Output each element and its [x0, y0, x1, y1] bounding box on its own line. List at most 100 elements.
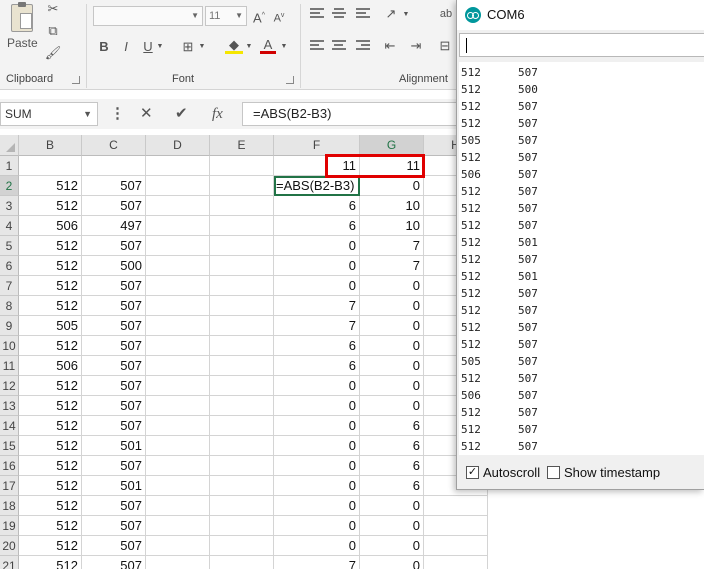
cell-g13[interactable]: 0 — [360, 396, 424, 416]
cell-c16[interactable]: 507 — [82, 456, 146, 476]
fill-color-dropdown-icon[interactable]: ▼ — [245, 38, 253, 56]
cell-e10[interactable] — [210, 336, 274, 356]
cell-d21[interactable] — [146, 556, 210, 569]
borders-icon[interactable]: ⊞ — [180, 38, 196, 56]
wrap-text-icon[interactable]: ab — [436, 5, 456, 23]
select-all-button[interactable] — [0, 135, 19, 156]
cell-e15[interactable] — [210, 436, 274, 456]
cell-g10[interactable]: 0 — [360, 336, 424, 356]
cell-g6[interactable]: 7 — [360, 256, 424, 276]
column-header-d[interactable]: D — [146, 135, 210, 156]
cell-b7[interactable]: 512 — [19, 276, 82, 296]
cell-f7[interactable]: 0 — [274, 276, 360, 296]
cell-d7[interactable] — [146, 276, 210, 296]
cell-c15[interactable]: 501 — [82, 436, 146, 456]
cell-f4[interactable]: 6 — [274, 216, 360, 236]
row-header[interactable]: 10 — [0, 336, 19, 356]
cell-e5[interactable] — [210, 236, 274, 256]
cancel-icon[interactable]: ✕ — [140, 105, 153, 123]
cell-e4[interactable] — [210, 216, 274, 236]
cell-b9[interactable]: 505 — [19, 316, 82, 336]
enter-icon[interactable]: ✔ — [175, 105, 188, 123]
cell-d19[interactable] — [146, 516, 210, 536]
cell-b6[interactable]: 512 — [19, 256, 82, 276]
font-name-select[interactable]: ▼ — [93, 6, 203, 26]
cell-d1[interactable] — [146, 156, 210, 176]
row-header[interactable]: 16 — [0, 456, 19, 476]
cell-d13[interactable] — [146, 396, 210, 416]
cell-g19[interactable]: 0 — [360, 516, 424, 536]
row-header[interactable]: 11 — [0, 356, 19, 376]
cell-b1[interactable] — [19, 156, 82, 176]
cell-e9[interactable] — [210, 316, 274, 336]
cell-c17[interactable]: 501 — [82, 476, 146, 496]
cell-g5[interactable]: 7 — [360, 236, 424, 256]
row-header[interactable]: 15 — [0, 436, 19, 456]
cell-d15[interactable] — [146, 436, 210, 456]
orientation-icon[interactable]: ↗ — [382, 5, 400, 23]
cell-g7[interactable]: 0 — [360, 276, 424, 296]
clipboard-dialog-launcher[interactable] — [72, 76, 80, 84]
serial-send-input[interactable] — [459, 33, 704, 57]
cell-h20[interactable] — [424, 536, 488, 556]
cell-b8[interactable]: 512 — [19, 296, 82, 316]
cell-h18[interactable] — [424, 496, 488, 516]
cell-b4[interactable]: 506 — [19, 216, 82, 236]
cell-d20[interactable] — [146, 536, 210, 556]
cell-b20[interactable]: 512 — [19, 536, 82, 556]
cell-h19[interactable] — [424, 516, 488, 536]
cell-b19[interactable]: 512 — [19, 516, 82, 536]
underline-button[interactable]: U — [142, 38, 154, 56]
row-header[interactable]: 21 — [0, 556, 19, 569]
cell-f20[interactable]: 0 — [274, 536, 360, 556]
row-header[interactable]: 8 — [0, 296, 19, 316]
row-header[interactable]: 4 — [0, 216, 19, 236]
serial-output[interactable]: 512 507 512 500 512 507 512 507 505 507 512 507 506 5… — [459, 62, 704, 455]
row-header[interactable]: 2 — [0, 176, 19, 196]
cell-f11[interactable]: 6 — [274, 356, 360, 376]
cell-c12[interactable]: 507 — [82, 376, 146, 396]
more-options-icon[interactable]: ⋮ — [110, 105, 125, 123]
font-size-select[interactable]: 11 ▼ — [205, 6, 247, 26]
cell-c1[interactable] — [82, 156, 146, 176]
cell-b3[interactable]: 512 — [19, 196, 82, 216]
cell-g2[interactable]: 0 — [360, 176, 424, 196]
row-header[interactable]: 3 — [0, 196, 19, 216]
cell-c14[interactable]: 507 — [82, 416, 146, 436]
cell-b15[interactable]: 512 — [19, 436, 82, 456]
cell-c8[interactable]: 507 — [82, 296, 146, 316]
cell-b14[interactable]: 512 — [19, 416, 82, 436]
cell-b16[interactable]: 512 — [19, 456, 82, 476]
column-header-b[interactable]: B — [19, 135, 82, 156]
cell-e6[interactable] — [210, 256, 274, 276]
cell-b11[interactable]: 506 — [19, 356, 82, 376]
row-header[interactable]: 17 — [0, 476, 19, 496]
increase-font-size-icon[interactable]: A^ — [252, 7, 266, 27]
cell-e7[interactable] — [210, 276, 274, 296]
cell-g4[interactable]: 10 — [360, 216, 424, 236]
row-header[interactable]: 20 — [0, 536, 19, 556]
cell-c3[interactable]: 507 — [82, 196, 146, 216]
row-header[interactable]: 1 — [0, 156, 19, 176]
cell-e3[interactable] — [210, 196, 274, 216]
cell-f17[interactable]: 0 — [274, 476, 360, 496]
column-header-e[interactable]: E — [210, 135, 274, 156]
show-timestamp-checkbox[interactable] — [547, 466, 560, 479]
align-center-icon[interactable] — [332, 40, 346, 52]
cell-d18[interactable] — [146, 496, 210, 516]
cell-c11[interactable]: 507 — [82, 356, 146, 376]
cell-b17[interactable]: 512 — [19, 476, 82, 496]
column-header-g[interactable]: G — [360, 135, 424, 156]
cell-e12[interactable] — [210, 376, 274, 396]
italic-button[interactable]: I — [120, 38, 132, 56]
cell-c20[interactable]: 507 — [82, 536, 146, 556]
align-right-icon[interactable] — [356, 40, 370, 52]
cell-f19[interactable]: 0 — [274, 516, 360, 536]
cell-c9[interactable]: 507 — [82, 316, 146, 336]
paste-button[interactable]: Paste — [4, 2, 40, 62]
cell-b2[interactable]: 512 — [19, 176, 82, 196]
cell-f18[interactable]: 0 — [274, 496, 360, 516]
cell-f21[interactable]: 7 — [274, 556, 360, 569]
cell-c4[interactable]: 497 — [82, 216, 146, 236]
font-color-icon[interactable]: A — [260, 36, 276, 54]
